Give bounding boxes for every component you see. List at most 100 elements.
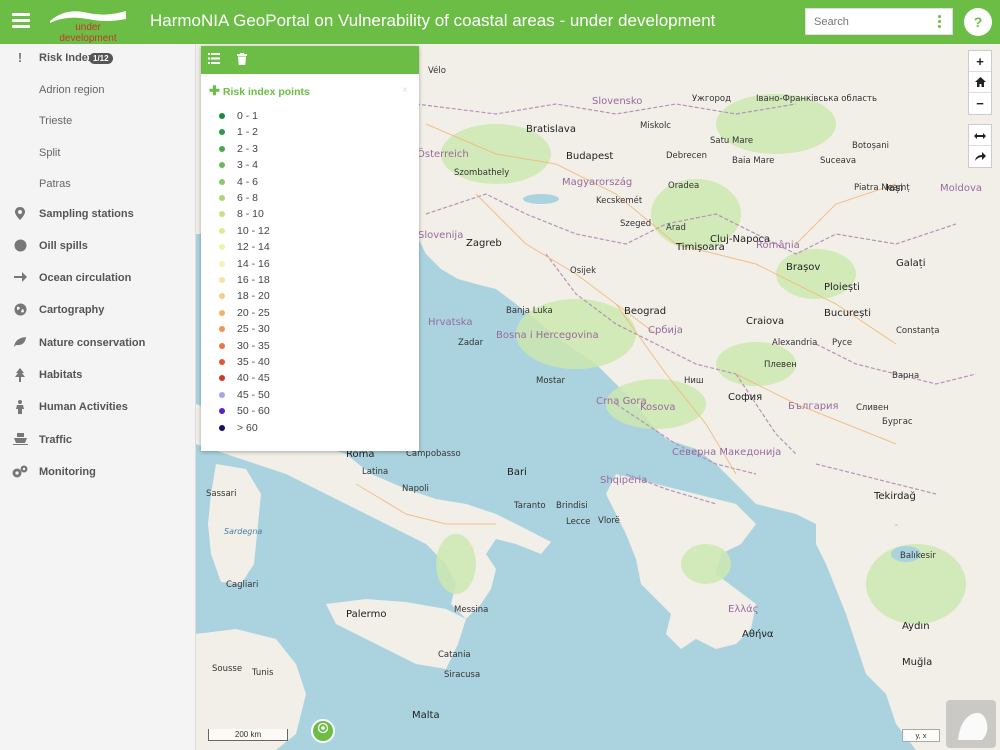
place-label: Kosova bbox=[640, 402, 676, 413]
help-button[interactable]: ? bbox=[964, 8, 992, 36]
place-label: Tunis bbox=[252, 668, 274, 678]
legend-swatch bbox=[219, 342, 225, 349]
place-label: Zagreb bbox=[466, 238, 502, 249]
legend-swatch bbox=[219, 424, 225, 431]
zoom-in-button[interactable]: + bbox=[969, 51, 991, 72]
legend-swatch bbox=[219, 277, 225, 283]
sidebar-item-traffic[interactable]: Traffic bbox=[0, 426, 196, 454]
place-label: Constanța bbox=[896, 326, 940, 336]
sidebar-item-oil-spills[interactable]: Oill spills bbox=[0, 232, 196, 260]
cogs-icon bbox=[12, 465, 28, 479]
place-label: Bosna i Hercegovina bbox=[496, 330, 599, 341]
legend-swatch bbox=[219, 227, 225, 234]
sidebar-item-label: Oill spills bbox=[39, 240, 88, 252]
legend-swatch bbox=[219, 309, 225, 316]
sidebar-item-sampling-stations[interactable]: Sampling stations bbox=[0, 200, 196, 228]
place-label: Tekirdağ bbox=[874, 491, 916, 502]
place-label: Lecce bbox=[566, 517, 591, 527]
legend-swatch bbox=[219, 162, 225, 169]
place-label: Bratislava bbox=[526, 124, 576, 135]
sidebar-item-risk-index[interactable]: ! Risk Index 1/12 bbox=[0, 44, 196, 72]
logo: under development bbox=[46, 5, 130, 44]
place-label: Malta bbox=[412, 710, 440, 721]
search-options-icon[interactable] bbox=[938, 15, 942, 30]
measure-icon bbox=[974, 133, 986, 139]
place-label: București bbox=[824, 308, 871, 319]
list-icon[interactable] bbox=[207, 53, 221, 67]
legend-layer-title[interactable]: ✚ Risk index points bbox=[209, 83, 310, 99]
sidebar-subitem-split[interactable]: Split bbox=[0, 139, 196, 167]
home-icon bbox=[974, 77, 986, 87]
zoom-out-button[interactable]: − bbox=[969, 93, 991, 114]
search-input[interactable] bbox=[806, 9, 926, 34]
measure-distance-button[interactable] bbox=[969, 125, 991, 146]
map-marker-icon bbox=[12, 207, 28, 221]
geolocate-button[interactable] bbox=[311, 719, 335, 743]
place-label: Osijek bbox=[570, 266, 596, 276]
sidebar-item-human-activities[interactable]: Human Activities bbox=[0, 393, 196, 421]
place-label: Mostar bbox=[536, 376, 565, 386]
place-label: Miskolc bbox=[640, 121, 671, 131]
scale-bar: 200 km bbox=[208, 729, 288, 741]
sidebar-subitem-adrion-region[interactable]: Adrion region bbox=[0, 76, 196, 104]
legend-class-label: 2 - 3 bbox=[237, 142, 259, 155]
legend-class-label: 30 - 35 bbox=[237, 339, 270, 352]
place-label: Magyarország bbox=[562, 177, 633, 188]
sidebar-item-ocean-circulation[interactable]: Ocean circulation bbox=[0, 264, 196, 292]
sidebar-subitem-trieste[interactable]: Trieste bbox=[0, 107, 196, 135]
legend-swatch bbox=[219, 326, 225, 333]
legend-panel: ✚ Risk index points × 0 - 1 1 - 2 2 - 3 3 - … bbox=[201, 46, 419, 451]
place-label: Debrecen bbox=[666, 151, 707, 161]
legend-close-icon[interactable]: × bbox=[402, 85, 408, 96]
legend-class-label: 25 - 30 bbox=[237, 323, 270, 336]
place-label: Bari bbox=[507, 467, 527, 478]
place-label: София bbox=[728, 392, 763, 403]
legend-class-label: 0 - 1 bbox=[237, 110, 259, 122]
share-button[interactable] bbox=[969, 146, 991, 167]
place-label: Muğla bbox=[902, 657, 933, 668]
place-label: Сливен bbox=[856, 403, 889, 413]
place-label: Piatra Neamț bbox=[854, 183, 910, 193]
legend-swatch bbox=[219, 129, 225, 136]
legend-swatch bbox=[219, 293, 225, 300]
place-label: Botoșani bbox=[852, 141, 889, 151]
place-label: Русе bbox=[832, 338, 853, 348]
place-label: Αθήνα bbox=[742, 629, 774, 640]
place-label: Szeged bbox=[620, 219, 652, 229]
place-label: Slovenija bbox=[418, 230, 464, 241]
legend-class-label: 8 - 10 bbox=[237, 208, 264, 221]
sidebar-item-label: Nature conservation bbox=[39, 337, 146, 349]
sidebar-item-habitats[interactable]: Habitats bbox=[0, 361, 196, 389]
place-label: Shqipëria bbox=[600, 475, 648, 486]
place-label: Österreich bbox=[417, 149, 469, 160]
legend-swatch bbox=[219, 408, 225, 415]
place-label: Messina bbox=[454, 605, 489, 615]
home-button[interactable] bbox=[969, 72, 991, 93]
place-label: Sousse bbox=[212, 664, 243, 674]
legend-swatch bbox=[219, 359, 225, 365]
sidebar-item-label: Trieste bbox=[39, 115, 73, 127]
place-label: Івано-Франківська область bbox=[756, 94, 877, 104]
place-label: Craiova bbox=[746, 316, 785, 327]
search-box bbox=[805, 8, 953, 35]
legend-class-label: 35 - 40 bbox=[237, 356, 270, 368]
app-title: HarmoNIA GeoPortal on Vulnerability of c… bbox=[150, 11, 716, 30]
place-label: Варна bbox=[892, 371, 920, 381]
legend-swatch bbox=[219, 260, 225, 267]
circle-icon bbox=[12, 239, 28, 253]
place-label: Alexandria bbox=[772, 338, 818, 348]
sidebar-item-nature-conservation[interactable]: Nature conservation bbox=[0, 329, 196, 357]
trash-icon[interactable] bbox=[235, 53, 249, 67]
sidebar-item-label: Patras bbox=[39, 178, 71, 190]
expand-plus-icon: ✚ bbox=[209, 83, 220, 98]
legend-toolbar bbox=[201, 46, 419, 74]
ship-icon bbox=[12, 433, 28, 447]
overview-map-toggle[interactable] bbox=[946, 700, 996, 748]
legend-swatch bbox=[219, 211, 225, 218]
sidebar-subitem-patras[interactable]: Patras bbox=[0, 170, 196, 198]
sidebar-item-monitoring[interactable]: Monitoring bbox=[0, 458, 196, 486]
place-label: Napoli bbox=[402, 484, 429, 494]
menu-toggle-icon[interactable] bbox=[12, 13, 30, 29]
sidebar-item-cartography[interactable]: Cartography bbox=[0, 296, 196, 324]
logo-text: under development bbox=[59, 22, 117, 44]
